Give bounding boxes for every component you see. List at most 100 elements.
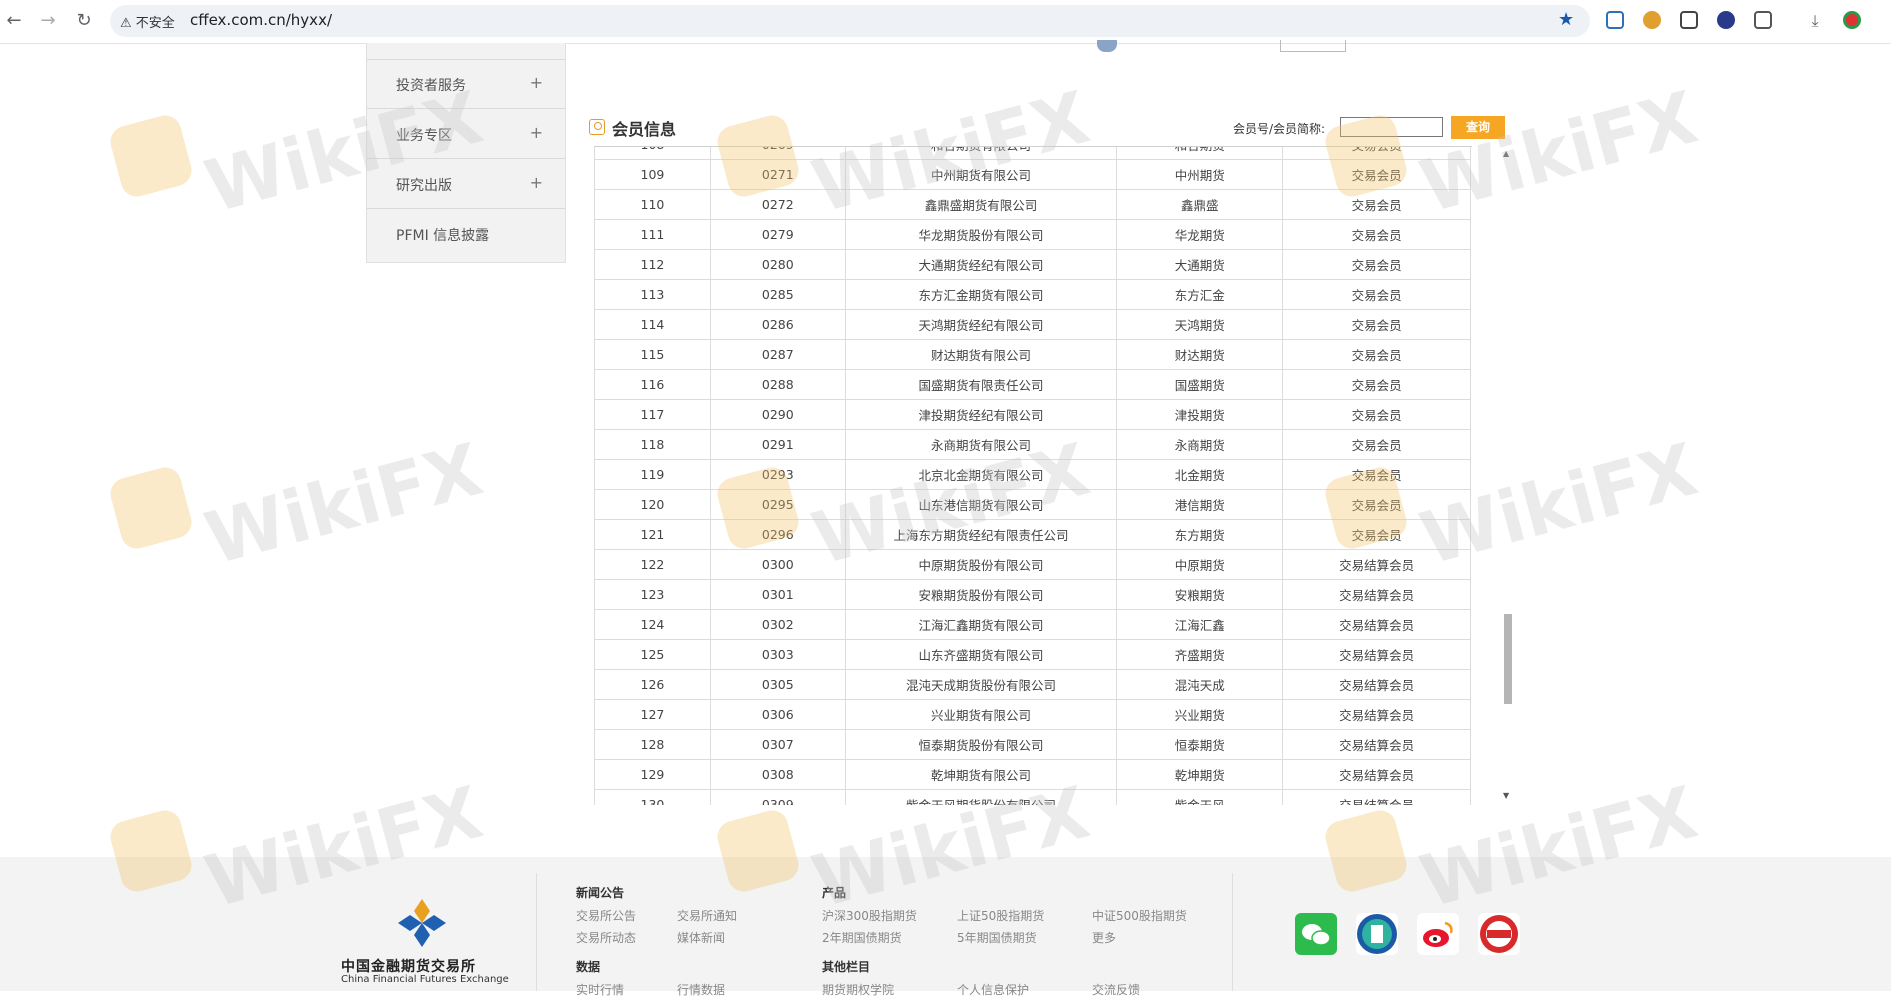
cell-short: 安粮期货	[1116, 579, 1284, 610]
table-row: 129 0308 乾坤期货有限公司 乾坤期货 交易结算会员	[594, 759, 1471, 790]
forward-icon[interactable]: →	[37, 10, 59, 32]
table-row: 116 0288 国盛期货有限责任公司 国盛期货 交易会员	[594, 369, 1471, 400]
footer-link[interactable]: 实时行情	[576, 981, 624, 998]
footer-link[interactable]: 期货期权学院	[822, 981, 894, 998]
extension-icon[interactable]	[1680, 11, 1698, 29]
table-row: 110 0272 鑫鼎盛期货有限公司 鑫鼎盛 交易会员	[594, 189, 1471, 220]
table-row: 113 0285 东方汇金期货有限公司 东方汇金 交易会员	[594, 279, 1471, 310]
sidebar-item-investor-service[interactable]: 投资者服务 +	[367, 59, 565, 109]
cell-type: 交易会员	[1282, 159, 1471, 190]
app-icon[interactable]	[1356, 913, 1398, 955]
cell-type: 交易会员	[1282, 147, 1471, 160]
table-row: 121 0296 上海东方期货经纪有限责任公司 东方期货 交易会员	[594, 519, 1471, 550]
cell-type: 交易会员	[1282, 489, 1471, 520]
logo-title-cn: 中国金融期货交易所	[341, 959, 476, 975]
expand-icon[interactable]: +	[530, 173, 543, 192]
cell-code: 0287	[709, 339, 846, 370]
footer-link[interactable]: 中证500股指期货	[1092, 907, 1187, 924]
search-button[interactable]: 查询	[1451, 116, 1505, 139]
profile-avatar[interactable]	[1843, 11, 1861, 29]
cell-name: 津投期货经纪有限公司	[844, 399, 1118, 430]
cell-name: 紫金天风期货股份有限公司	[844, 789, 1118, 805]
cell-no: 112	[594, 249, 711, 280]
footer-link[interactable]: 个人信息保护	[957, 981, 1029, 998]
sidebar-item-label: 业务专区	[396, 128, 452, 144]
table-row: 109 0271 中州期货有限公司 中州期货 交易会员	[594, 159, 1471, 190]
sidebar-item-business[interactable]: 业务专区 +	[367, 109, 565, 159]
divider	[1232, 873, 1233, 991]
footer-link[interactable]: 上证50股指期货	[957, 907, 1044, 924]
cell-type: 交易会员	[1282, 429, 1471, 460]
footer-link[interactable]: 行情数据	[677, 981, 725, 998]
footer-link[interactable]: 沪深300股指期货	[822, 907, 917, 924]
cell-type: 交易会员	[1282, 399, 1471, 430]
extension-icon[interactable]	[1643, 11, 1661, 29]
cell-code: 0280	[709, 249, 846, 280]
cell-code: 0291	[709, 429, 846, 460]
footer-link[interactable]: 更多	[1092, 929, 1116, 946]
cell-short: 大通期货	[1116, 249, 1284, 280]
footer-link[interactable]: 2年期国债期货	[822, 929, 902, 946]
cffex-logo-icon	[398, 899, 446, 947]
cell-no: 108	[594, 147, 711, 160]
download-icon[interactable]: ⤓	[1804, 10, 1826, 32]
bookmark-star-icon[interactable]: ★	[1558, 9, 1574, 30]
cell-type: 交易会员	[1282, 459, 1471, 490]
cell-code: 0285	[709, 279, 846, 310]
table-scrollbar[interactable]: ▲ ▼	[1502, 146, 1514, 804]
cell-short: 永商期货	[1116, 429, 1284, 460]
cell-no: 124	[594, 609, 711, 640]
sidebar-item-research[interactable]: 研究出版 +	[367, 159, 565, 209]
cell-type: 交易结算会员	[1282, 639, 1471, 670]
cell-short: 兴业期货	[1116, 699, 1284, 730]
member-table-container[interactable]: 1080269和合期货有限公司和合期货交易会员1090271中州期货有限公司中州…	[594, 146, 1472, 805]
reload-icon[interactable]: ↻	[73, 10, 95, 32]
cell-code: 0272	[709, 189, 846, 220]
cell-name: 上海东方期货经纪有限责任公司	[844, 519, 1118, 550]
certification-badge-icon[interactable]	[1478, 913, 1520, 955]
scroll-thumb[interactable]	[1504, 614, 1512, 704]
back-icon[interactable]: ←	[3, 10, 25, 32]
footer-link[interactable]: 交易所动态	[576, 929, 636, 946]
cell-short: 天鸿期货	[1116, 309, 1284, 340]
sidebar-item-pfmi[interactable]: PFMI 信息披露	[367, 209, 565, 258]
footer-link[interactable]: 媒体新闻	[677, 929, 725, 946]
cell-type: 交易会员	[1282, 339, 1471, 370]
footer-link[interactable]: 5年期国债期货	[957, 929, 1037, 946]
puzzle-icon[interactable]	[1754, 11, 1772, 29]
search-label: 会员号/会员简称:	[1233, 122, 1326, 136]
cell-name: 乾坤期货有限公司	[844, 759, 1118, 790]
url-text[interactable]: cffex.com.cn/hyxx/	[190, 11, 332, 29]
cell-no: 129	[594, 759, 711, 790]
footer: 中国金融期货交易所 China Financial Futures Exchan…	[0, 857, 1891, 997]
cell-no: 121	[594, 519, 711, 550]
table-row: 125 0303 山东齐盛期货有限公司 齐盛期货 交易结算会员	[594, 639, 1471, 670]
expand-icon[interactable]: +	[530, 73, 543, 92]
sidebar-item-label: PFMI 信息披露	[396, 228, 490, 244]
footer-link[interactable]: 交易所通知	[677, 907, 737, 924]
security-warning[interactable]: ⚠ 不安全	[120, 12, 175, 31]
wechat-icon[interactable]	[1295, 913, 1337, 955]
extension-icon[interactable]	[1606, 11, 1624, 29]
footer-link[interactable]: 交流反馈	[1092, 981, 1140, 998]
scroll-down-icon[interactable]: ▼	[1503, 791, 1509, 800]
cell-short: 混沌天成	[1116, 669, 1284, 700]
member-search-input[interactable]	[1340, 117, 1443, 137]
cell-short: 东方期货	[1116, 519, 1284, 550]
extension-icon[interactable]	[1717, 11, 1735, 29]
cell-code: 0300	[709, 549, 846, 580]
expand-icon[interactable]: +	[530, 123, 543, 142]
cell-name: 中原期货股份有限公司	[844, 549, 1118, 580]
footer-link[interactable]: 交易所公告	[576, 907, 636, 924]
cell-no: 120	[594, 489, 711, 520]
address-bar[interactable]	[110, 5, 1590, 37]
cell-type: 交易结算会员	[1282, 609, 1471, 640]
weibo-icon[interactable]	[1417, 913, 1459, 955]
cell-name: 山东港信期货有限公司	[844, 489, 1118, 520]
table-row: 123 0301 安粮期货股份有限公司 安粮期货 交易结算会员	[594, 579, 1471, 610]
cell-short: 北金期货	[1116, 459, 1284, 490]
scroll-up-icon[interactable]: ▲	[1503, 149, 1509, 158]
table-row: 111 0279 华龙期货股份有限公司 华龙期货 交易会员	[594, 219, 1471, 250]
cell-name: 混沌天成期货股份有限公司	[844, 669, 1118, 700]
cell-name: 山东齐盛期货有限公司	[844, 639, 1118, 670]
